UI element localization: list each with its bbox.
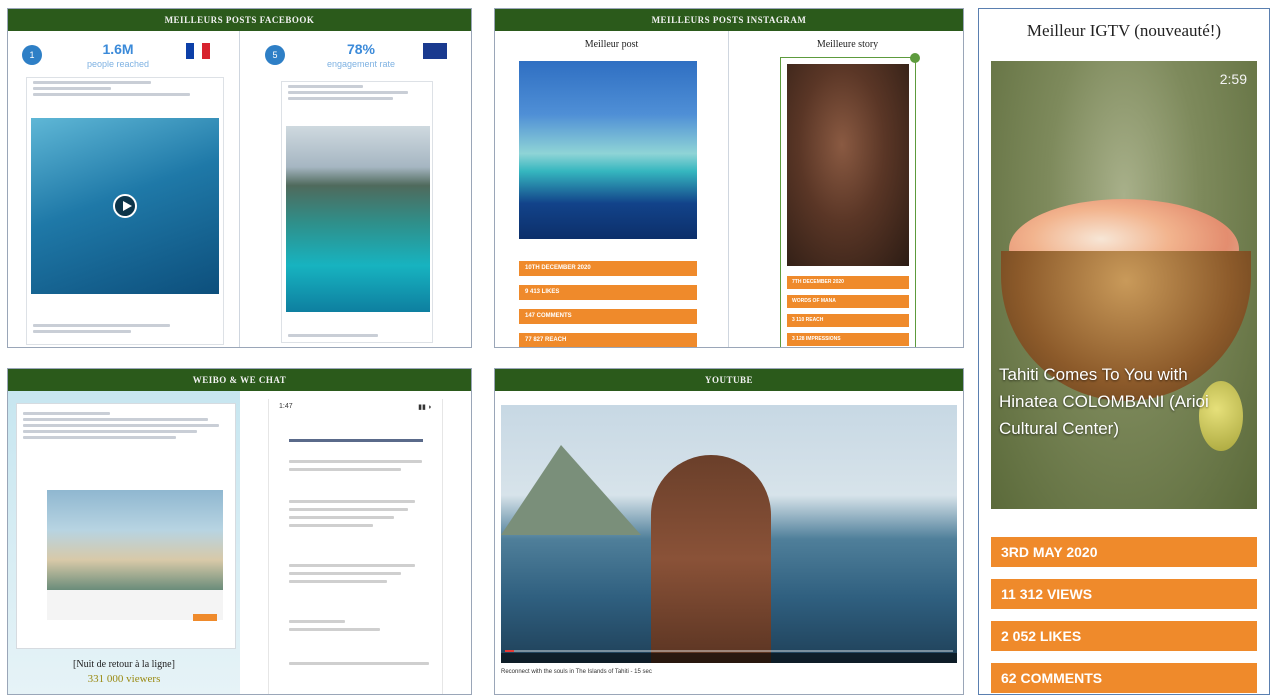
article-text [289,455,429,476]
article-text [289,615,429,636]
instagram-best-post[interactable]: Meilleur post 10th DECEMBER 2020 9 413 L… [495,31,729,347]
best-post-title: Meilleur post [584,39,639,50]
signal-icon: ▮▮ ◗ [418,404,432,411]
instagram-best-story[interactable]: Meilleure story 7th DECEMBER 2020 WORDS … [730,31,963,347]
igtv-stat: 11 312 VIEWS [991,579,1257,609]
facebook-post-card[interactable] [26,77,224,345]
france-flag-icon [186,43,210,59]
article-text [289,495,429,532]
best-story-image[interactable] [787,64,909,266]
best-post-image[interactable] [519,61,697,239]
video-duration: 2:59 [1219,71,1247,87]
bora-bora-image[interactable] [286,126,430,312]
youtube-video[interactable] [501,405,957,663]
new-zealand-flag-icon [423,43,447,59]
post-stat: 9 413 LIKES [519,285,697,300]
share-button[interactable] [193,614,217,621]
story-stat: 3 128 IMPRESSIONS [787,333,909,346]
rank-badge: 1 [22,45,42,65]
story-indicator-icon [910,53,920,63]
mountain-decoration [501,445,641,535]
engagement-stat: 78% [346,41,376,57]
igtv-stat: 2 052 LIKES [991,621,1257,651]
article-header-bar [289,439,423,442]
igtv-title: Meilleur IGTV (nouveauté!) [1026,21,1222,40]
weibo-post-card[interactable] [16,403,236,649]
facebook-panel: MEILLEURS POSTS FACEBOOK 1 1.6M people r… [7,8,472,348]
reach-stat: 1.6M [102,41,134,57]
phone-time: 1:47 [279,403,293,410]
weibo-viewers: 331 000 viewers [87,673,161,685]
post-stat: 77 827 REACH [519,333,697,347]
facebook-post-left[interactable]: 1 1.6M people reached [8,31,240,347]
igtv-caption: Tahiti Comes To You with Hinatea COLOMBA… [999,365,1209,438]
instagram-panel: MEILLEURS POSTS INSTAGRAM Meilleur post … [494,8,964,348]
engagement-label: engagement rate [326,59,396,69]
wechat-article[interactable]: 1:47 ▮▮ ◗ [268,399,443,694]
ocean-video-thumbnail[interactable] [31,118,219,294]
wechat-header: WEIBO & WE CHAT [8,369,471,391]
youtube-header: YOUTUBE [495,369,963,391]
instagram-header: MEILLEURS POSTS INSTAGRAM [495,9,963,31]
sunset-image[interactable] [47,490,223,590]
video-progress-bar[interactable] [505,650,953,652]
youtube-panel: YOUTUBE Reconnect with the souls in The … [494,368,964,695]
story-frame: 7th DECEMBER 2020 WORDS OF MANA 3 110 RE… [780,53,920,347]
video-controls[interactable] [501,653,957,663]
facebook-header: MEILLEURS POSTS FACEBOOK [8,9,471,31]
conch-player-figure [651,455,771,663]
wechat-panel: WEIBO & WE CHAT [Nuit de retour à la lig… [7,368,472,695]
story-stat: 3 110 REACH [787,314,909,327]
article-actions[interactable] [289,657,429,670]
facebook-post-right[interactable]: 5 78% engagement rate [241,31,471,347]
reach-label: people reached [86,59,150,69]
post-stat: 10th DECEMBER 2020 [519,261,697,276]
article-text [289,559,429,588]
play-icon[interactable] [113,194,137,218]
weibo-caption: [Nuit de retour à la ligne] [73,659,175,670]
igtv-panel: Meilleur IGTV (nouveauté!) 2:59 Tahiti C… [978,8,1270,695]
story-stat: WORDS OF MANA [787,295,909,308]
video-title[interactable]: Reconnect with the souls in The Islands … [501,669,957,675]
rank-badge: 5 [265,45,285,65]
weibo-post[interactable]: [Nuit de retour à la ligne] 331 000 view… [8,391,240,694]
igtv-stat: 62 COMMENTS [991,663,1257,693]
best-story-title: Meilleure story [816,39,879,50]
igtv-video-thumbnail[interactable]: 2:59 Tahiti Comes To You with Hinatea CO… [991,61,1257,509]
igtv-stat: 3rd MAY 2020 [991,537,1257,567]
post-stat: 147 COMMENTS [519,309,697,324]
video-progress-fill [505,650,514,652]
story-stat: 7th DECEMBER 2020 [787,276,909,289]
facebook-post-card[interactable] [281,81,433,343]
